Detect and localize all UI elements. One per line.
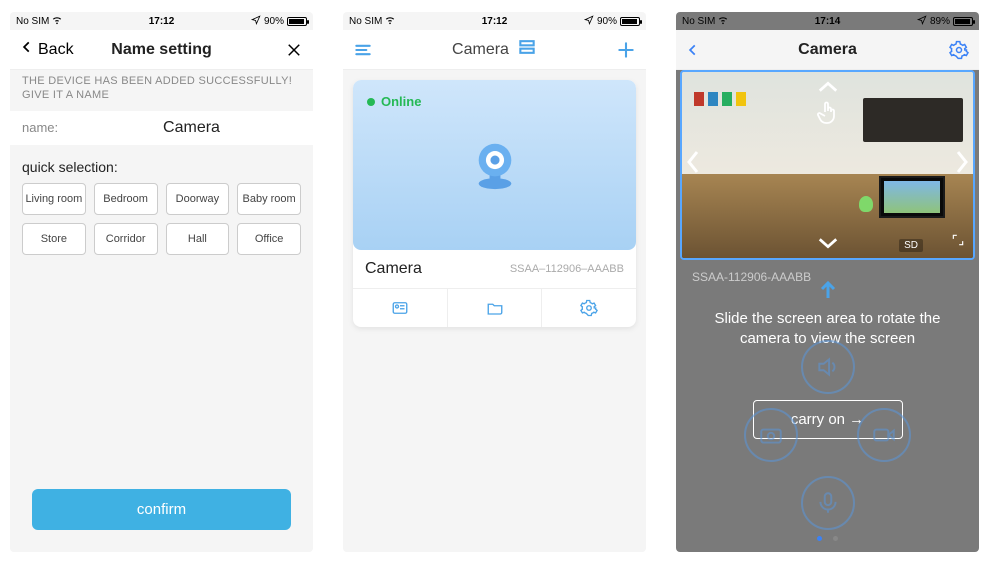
device-card[interactable]: Online Camera SSAA–112906–AAABB xyxy=(353,80,636,327)
clock: 17:14 xyxy=(676,16,979,27)
nav-bar: Back Name setting xyxy=(10,30,313,70)
clock: 17:12 xyxy=(343,16,646,27)
page-title: Camera xyxy=(676,41,979,59)
page-title-wrap: Camera xyxy=(343,37,646,62)
pan-right-icon[interactable] xyxy=(955,149,969,181)
device-serial: SSAA–112906–AAABB xyxy=(510,263,624,275)
chip-store[interactable]: Store xyxy=(22,223,86,255)
files-button[interactable] xyxy=(448,289,543,327)
status-bar: No SIM 17:12 90% xyxy=(343,12,646,30)
device-info-row: Camera SSAA–112906–AAABB xyxy=(353,250,636,288)
battery-icon xyxy=(287,17,307,26)
pan-down-icon[interactable] xyxy=(817,230,839,256)
record-button[interactable] xyxy=(857,408,911,462)
screen-live-view: No SIM 17:14 89% Camera xyxy=(676,12,979,552)
status-dot-icon xyxy=(367,98,375,106)
battery-icon xyxy=(953,17,973,26)
chip-hall[interactable]: Hall xyxy=(166,223,230,255)
chip-doorway[interactable]: Doorway xyxy=(166,183,230,215)
settings-button[interactable] xyxy=(542,289,636,327)
nav-bar: Camera xyxy=(343,30,646,70)
clock: 17:12 xyxy=(10,16,313,27)
success-message: THE DEVICE HAS BEEN ADDED SUCCESSFULLY! … xyxy=(10,70,313,111)
chip-corridor[interactable]: Corridor xyxy=(94,223,158,255)
confirm-button[interactable]: confirm xyxy=(32,489,291,530)
hand-pointer-icon xyxy=(816,100,840,133)
device-name: Camera xyxy=(365,260,422,278)
page-dot-2 xyxy=(833,536,838,541)
layout-toggle-icon[interactable] xyxy=(517,37,537,62)
chip-office[interactable]: Office xyxy=(237,223,301,255)
live-video[interactable]: SD xyxy=(680,70,975,260)
device-actions xyxy=(353,288,636,327)
snapshot-button[interactable] xyxy=(744,408,798,462)
status-bar: No SIM 17:12 90% xyxy=(10,12,313,30)
status-bar: No SIM 17:14 89% xyxy=(676,12,979,30)
page-dot-1 xyxy=(817,536,822,541)
name-label: name: xyxy=(22,120,82,135)
quick-selection-label: quick selection: xyxy=(10,145,313,183)
page-title: Name setting xyxy=(10,41,313,59)
name-field[interactable]: name: Camera xyxy=(10,111,313,145)
video-bg-monitor xyxy=(879,176,945,218)
screen-device-list: No SIM 17:12 90% Camera xyxy=(343,12,646,552)
pan-up-icon[interactable] xyxy=(817,74,839,100)
battery-icon xyxy=(620,17,640,26)
video-bg-plant xyxy=(859,196,873,212)
fullscreen-icon[interactable] xyxy=(951,233,965,252)
chip-living-room[interactable]: Living room xyxy=(22,183,86,215)
pan-left-icon[interactable] xyxy=(686,149,700,181)
video-bg-worldmap xyxy=(863,98,963,142)
chip-bedroom[interactable]: Bedroom xyxy=(94,183,158,215)
screen-name-setting: No SIM 17:12 90% Back Name setting THE D… xyxy=(10,12,313,552)
page-indicator xyxy=(676,528,979,546)
device-preview[interactable]: Online xyxy=(353,80,636,250)
video-bg-flags xyxy=(694,92,746,106)
name-value: Camera xyxy=(82,119,301,137)
mic-button[interactable] xyxy=(801,476,855,530)
overlay-tutorial: SSAA-112906-AAABB Slide the screen area … xyxy=(676,260,979,552)
camera-icon xyxy=(466,137,524,200)
nav-bar: Camera xyxy=(676,30,979,70)
quick-selection-grid: Living room Bedroom Doorway Baby room St… xyxy=(10,183,313,255)
chip-baby-room[interactable]: Baby room xyxy=(237,183,301,215)
page-title: Camera xyxy=(452,41,509,59)
speaker-button[interactable] xyxy=(801,340,855,394)
status-text: Online xyxy=(381,94,421,109)
info-button[interactable] xyxy=(353,289,448,327)
quality-badge[interactable]: SD xyxy=(899,239,923,252)
status-badge: Online xyxy=(367,94,421,109)
